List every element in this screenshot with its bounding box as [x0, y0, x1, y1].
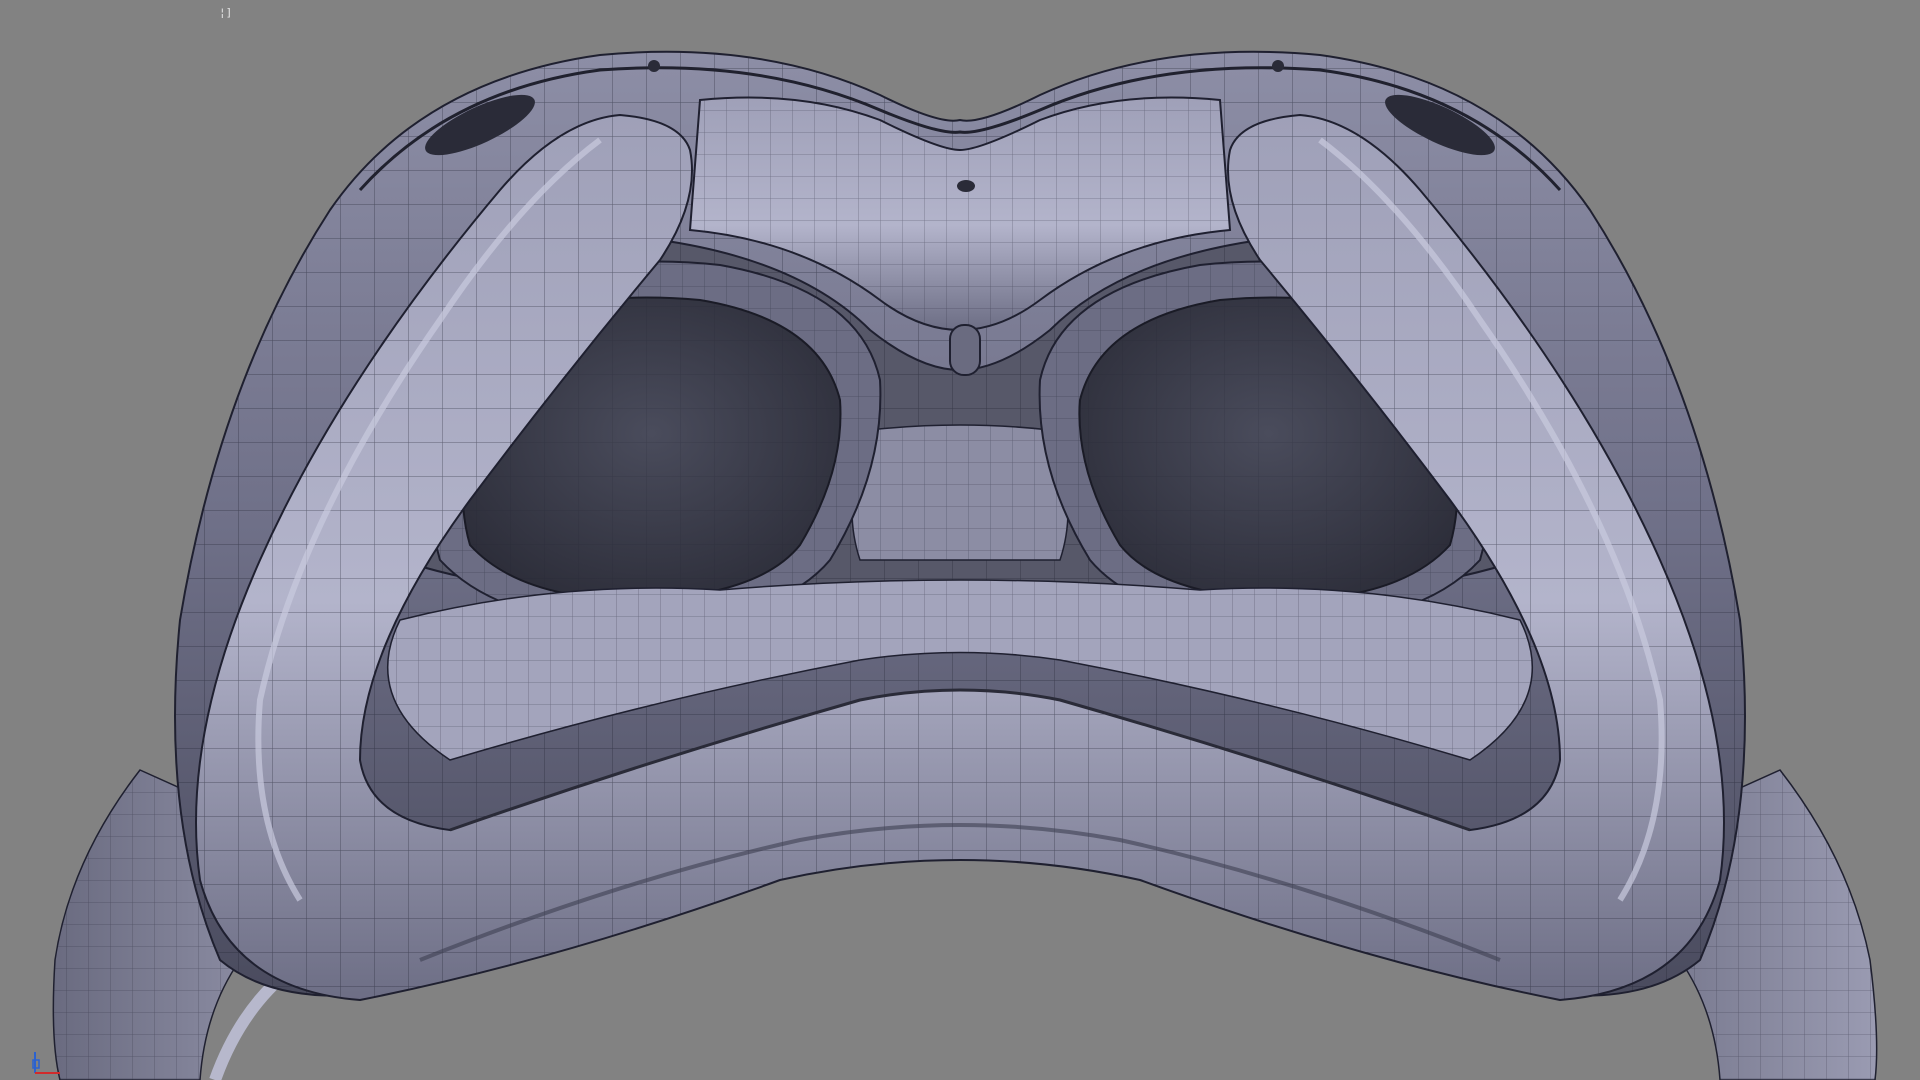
headset-model[interactable] [0, 0, 1920, 1080]
nose-sensor-icon [957, 180, 975, 192]
axis-gizmo-icon [32, 1052, 60, 1074]
sensor-right-icon [1272, 60, 1284, 72]
ipd-sensor-icon [949, 324, 981, 376]
viewport-label: ¦] [219, 6, 233, 19]
sensor-left-icon [648, 60, 660, 72]
3d-viewport[interactable]: ¦] [0, 0, 1920, 1080]
